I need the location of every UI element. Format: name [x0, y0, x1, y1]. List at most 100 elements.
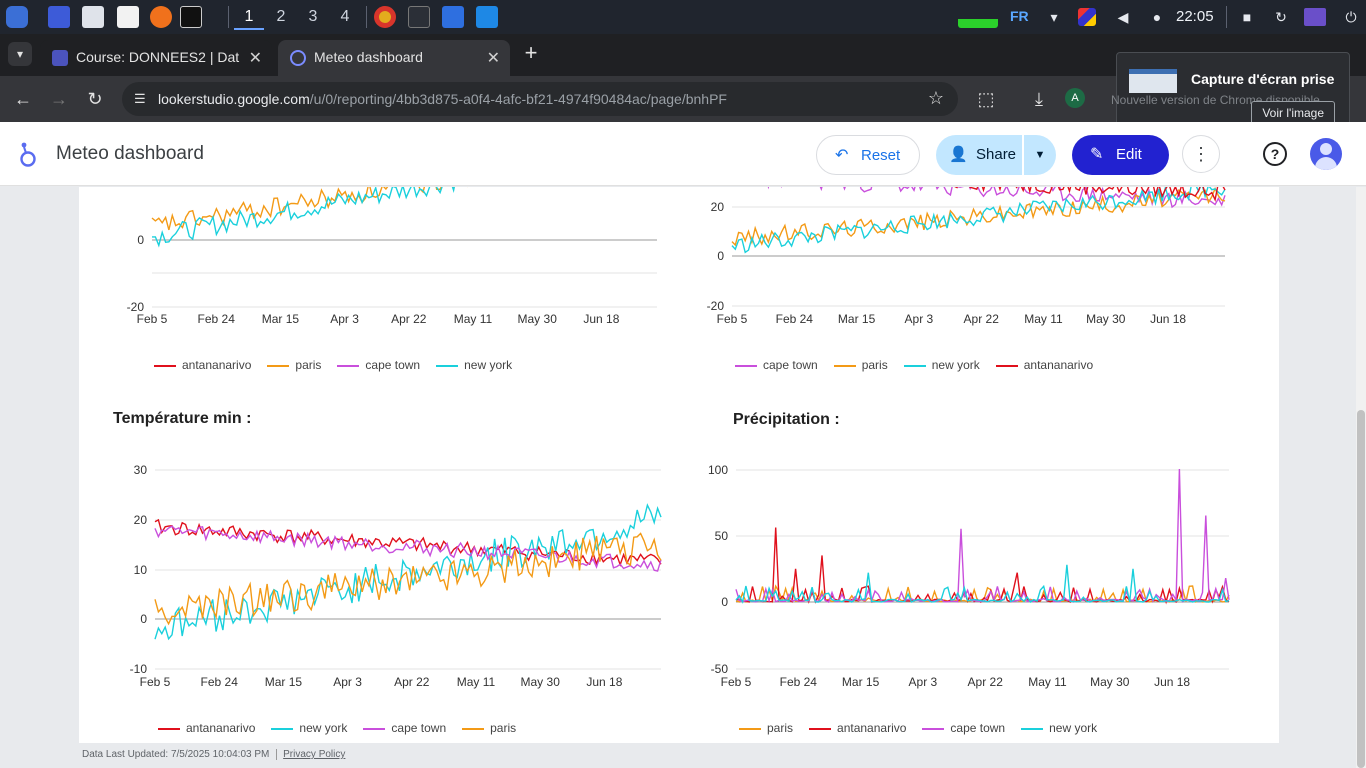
keyboard-layout-indicator[interactable]: FR — [1010, 8, 1029, 24]
terminal-icon[interactable] — [180, 6, 202, 28]
new-tab-button[interactable]: + — [520, 40, 542, 68]
wifi-icon[interactable]: ▾ — [1045, 8, 1063, 26]
address-bar[interactable]: ☰ lookerstudio.google.com/u/0/reporting/… — [122, 82, 958, 116]
reset-button[interactable]: ↶ Reset — [816, 135, 920, 175]
legend-swatch — [922, 727, 945, 730]
legend-label: new york — [931, 358, 980, 372]
x-tick-label: May 30 — [518, 312, 558, 326]
bookmark-star-icon[interactable]: ☆ — [928, 88, 944, 109]
tab-course-donnees2[interactable]: Course: DONNEES2 | Dat ✕ — [40, 40, 272, 76]
report-title[interactable]: Meteo dashboard — [56, 143, 204, 165]
x-tick-label: May 30 — [1086, 312, 1126, 326]
chart-title-precipitation: Précipitation : — [733, 411, 840, 428]
chart-max-temperature[interactable]: 0-20Feb 5 Feb 24 Mar 15 Apr 3 Apr 22 May 11 Ma… — [100, 187, 680, 327]
legend-swatch — [158, 727, 180, 730]
help-icon[interactable]: ? — [1263, 142, 1287, 166]
legend-item-paris[interactable]: paris — [267, 358, 321, 372]
system-clock[interactable]: 22:05 — [1176, 8, 1214, 25]
legend-label: paris — [490, 721, 517, 735]
legend-swatch — [337, 364, 360, 367]
download-icon[interactable]: ⤓ — [1028, 88, 1050, 110]
legend-item-antananarivo[interactable]: antananarivo — [154, 358, 251, 372]
looker-studio-logo-icon[interactable] — [16, 140, 38, 168]
apps-menu-icon[interactable] — [6, 6, 28, 28]
vscode-icon[interactable] — [476, 6, 498, 28]
legend-swatch — [735, 364, 757, 367]
legend-item-paris[interactable]: paris — [833, 358, 888, 372]
chart-title-min-temperature: Température min : — [113, 410, 252, 427]
close-tab-icon[interactable]: ✕ — [249, 48, 262, 68]
chart-min-temperature[interactable]: 30 20 10 0 -10Feb 5 Feb 24 Mar 15 Apr 3 Apr 22 Ma… — [100, 455, 680, 695]
looker-studio-favicon-icon — [290, 50, 306, 66]
legend-item-antananarivo[interactable]: antananarivo — [158, 721, 255, 735]
text-editor-icon[interactable] — [117, 6, 139, 28]
os-taskbar: 1 2 3 4 FR ▾ ◀ ● 22:05 ■ ↻ ⏻ — [0, 0, 1366, 34]
file-manager-icon[interactable] — [82, 6, 104, 28]
x-tick-label: Apr 3 — [905, 312, 934, 326]
x-tick-label: Apr 22 — [391, 312, 427, 326]
workspace-4[interactable]: 4 — [330, 4, 360, 30]
lock-icon[interactable]: ■ — [1238, 8, 1256, 26]
legend-item-new-york[interactable]: new york — [271, 721, 347, 735]
legend-mean-temperature: cape town paris new york antananarivo — [735, 358, 1109, 372]
reload-icon[interactable]: ↻ — [84, 88, 106, 110]
privacy-policy-link[interactable]: Privacy Policy — [276, 749, 346, 760]
close-tab-icon[interactable]: ✕ — [487, 48, 500, 68]
chart-precipitation[interactable]: 100 50 0 -50Feb 5 Feb 24 Mar 15 Apr 3 Apr 22 May… — [690, 455, 1250, 695]
y-tick-label: 30 — [134, 463, 148, 477]
volume-icon[interactable]: ◀ — [1114, 8, 1132, 26]
y-tick-label: -20 — [707, 299, 725, 313]
legend-item-antananarivo[interactable]: antananarivo — [995, 358, 1093, 372]
legend-label: paris — [295, 358, 322, 372]
legend-item-cape-town[interactable]: cape town — [735, 358, 818, 372]
scrollbar-thumb[interactable] — [1357, 410, 1365, 768]
cpu-graph-icon — [958, 6, 998, 28]
firefox-icon[interactable] — [150, 6, 172, 28]
terminal-window-icon[interactable] — [408, 6, 430, 28]
legend-item-paris[interactable]: paris — [739, 721, 793, 735]
tab-search-button[interactable]: ▾ — [8, 42, 32, 66]
reset-label: Reset — [861, 147, 901, 164]
share-label: Share — [976, 146, 1017, 163]
site-info-icon[interactable]: ☰ — [134, 91, 150, 107]
screen-icon[interactable] — [1304, 8, 1326, 26]
legend-item-cape-town[interactable]: cape town — [363, 721, 446, 735]
legend-item-cape-town[interactable]: cape town — [922, 721, 1005, 735]
forward-arrow-icon[interactable]: → — [48, 88, 70, 110]
notifications-bell-icon[interactable]: ● — [1148, 8, 1166, 26]
color-picker-icon[interactable] — [1078, 8, 1096, 26]
chart-mean-temperature[interactable]: 20 0 -20Feb 5 Feb 24 Mar 15 Apr 3 Apr 22 May 11… — [690, 187, 1250, 327]
logout-icon[interactable]: ↻ — [1272, 8, 1290, 26]
legend-swatch — [154, 364, 176, 367]
x-tick-label: Apr 3 — [909, 675, 938, 689]
chrome-profile-avatar[interactable]: A — [1065, 88, 1085, 108]
desktop-icon[interactable] — [48, 6, 70, 28]
x-tick-label: Apr 3 — [333, 675, 362, 689]
screenshot-thumbnail[interactable] — [1129, 69, 1177, 93]
legend-item-new-york[interactable]: new york — [1021, 721, 1097, 735]
back-arrow-icon[interactable]: ← — [12, 88, 34, 110]
share-button[interactable]: 👤 Share — [936, 135, 1022, 175]
downloads-folder-icon[interactable] — [442, 6, 464, 28]
chrome-icon[interactable] — [374, 6, 396, 28]
looker-studio-header: Meteo dashboard ↶ Reset 👤 Share ▼ ✎ Edit… — [0, 122, 1366, 186]
workspace-1[interactable]: 1 — [234, 4, 264, 30]
url-path: /u/0/reporting/4bb3d875-a0f4-4afc-bf21-4… — [309, 91, 727, 107]
legend-item-new-york[interactable]: new york — [903, 358, 980, 372]
legend-item-antananarivo[interactable]: antananarivo — [809, 721, 906, 735]
workspace-2[interactable]: 2 — [266, 4, 296, 30]
legend-item-new-york[interactable]: new york — [436, 358, 512, 372]
account-avatar[interactable] — [1310, 138, 1342, 170]
edit-button[interactable]: ✎ Edit — [1072, 135, 1169, 175]
legend-label: new york — [464, 358, 513, 372]
y-tick-label: 20 — [134, 513, 148, 527]
legend-item-cape-town[interactable]: cape town — [337, 358, 420, 372]
share-dropdown-button[interactable]: ▼ — [1024, 135, 1056, 175]
more-options-icon[interactable]: ⋮ — [1182, 135, 1220, 173]
legend-item-paris[interactable]: paris — [462, 721, 516, 735]
power-icon[interactable]: ⏻ — [1342, 8, 1360, 26]
tab-meteo-dashboard[interactable]: Meteo dashboard ✕ — [278, 40, 510, 76]
extensions-icon[interactable]: ⬚ — [975, 88, 997, 110]
workspace-3[interactable]: 3 — [298, 4, 328, 30]
data-last-updated: Data Last Updated: 7/5/2025 10:04:03 PM — [82, 749, 270, 760]
